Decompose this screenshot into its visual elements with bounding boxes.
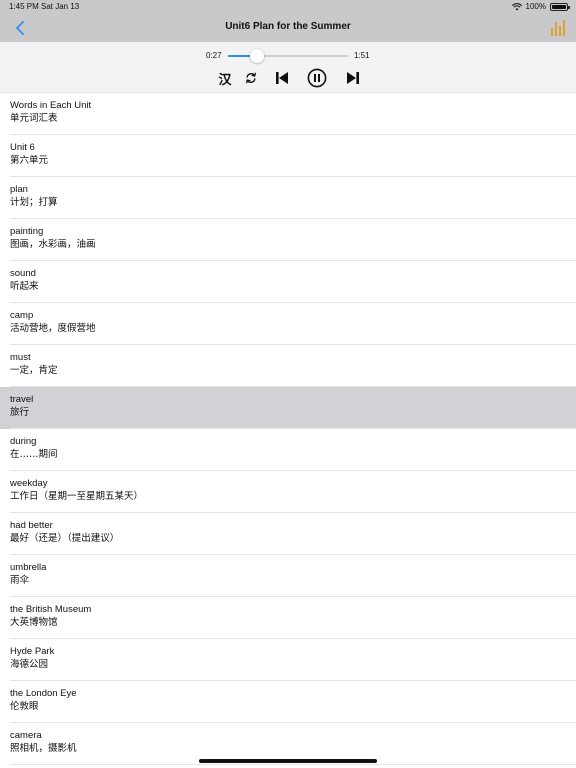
pause-icon [307,68,327,88]
word-row[interactable]: weekday 工作日（星期一至星期五某天） [0,471,576,513]
word-row[interactable]: had better 最好（还是）（提出建议） [0,513,576,555]
status-date: Sat Jan 13 [41,2,80,11]
repeat-button[interactable] [243,68,259,88]
word-list: Words in Each Unit 单元词汇表 Unit 6 第六单元 pla… [0,93,576,768]
progress-thumb[interactable] [250,49,265,63]
word-chinese: 工作日（星期一至星期五某天） [10,491,144,502]
word-chinese: 海德公园 [10,659,49,670]
word-row[interactable]: umbrella 雨伞 [0,555,576,597]
word-english: camp [10,310,34,321]
word-row[interactable]: Hyde Park 海德公园 [0,639,576,681]
current-time: 0:27 [206,51,222,60]
word-chinese: 伦敦眼 [10,701,39,712]
word-row[interactable]: the London Eye 伦敦眼 [0,681,576,723]
word-chinese: 第六单元 [10,155,49,166]
levels-button[interactable] [550,19,566,37]
home-indicator[interactable] [199,759,377,763]
word-row[interactable]: sound 听起来 [0,261,576,303]
skip-next-icon [347,72,359,84]
word-english: the London Eye [10,688,77,699]
audio-player: 0:27 1:51 汉 [0,42,576,93]
skip-previous-icon [276,72,288,84]
word-chinese: 旅行 [10,407,30,418]
word-row[interactable]: camp 活动营地，度假营地 [0,303,576,345]
pause-button[interactable] [306,68,328,88]
word-english: must [10,352,31,363]
word-english: during [10,436,37,447]
word-english: plan [10,184,28,195]
word-row[interactable]: Unit 6 第六单元 [0,135,576,177]
chinese-toggle-button[interactable]: 汉 [216,68,234,88]
word-chinese: 大英博物馆 [10,617,58,628]
word-english: had better [10,520,53,531]
battery-icon [550,2,570,11]
word-chinese: 在……期间 [10,449,58,460]
word-row[interactable]: must 一定，肯定 [0,345,576,387]
word-chinese: 一定，肯定 [10,365,58,376]
word-english: umbrella [10,562,47,573]
previous-button[interactable] [274,68,290,88]
word-row[interactable]: plan 计划；打算 [0,177,576,219]
player-controls: 汉 [0,68,576,88]
word-english: sound [10,268,36,279]
word-row[interactable]: Words in Each Unit 单元词汇表 [0,93,576,135]
word-english: the British Museum [10,604,92,615]
word-english: travel [10,394,34,405]
word-row-selected[interactable]: travel 旅行 [0,387,576,429]
word-chinese: 最好（还是）（提出建议） [10,533,120,544]
battery-percent: 100% [525,2,546,11]
word-english: Unit 6 [10,142,35,153]
nav-bar: Unit6 Plan for the Summer [0,14,576,42]
word-english: weekday [10,478,48,489]
word-chinese: 单元词汇表 [10,113,58,124]
status-time: 1:45 PM [9,2,39,11]
word-row[interactable]: the British Museum 大英博物馆 [0,597,576,639]
word-chinese: 雨伞 [10,575,30,586]
word-english: camera [10,730,42,741]
word-chinese: 图画，水彩画，油画 [10,239,96,250]
word-chinese: 照相机，摄影机 [10,743,77,754]
levels-icon [551,20,565,36]
word-english: Hyde Park [10,646,55,657]
status-bar: 1:45 PM Sat Jan 13 100% [0,0,576,14]
progress-slider[interactable] [228,49,348,63]
word-row[interactable]: during 在……期间 [0,429,576,471]
word-chinese: 计划；打算 [10,197,58,208]
wifi-icon [511,2,522,11]
top-bar: 1:45 PM Sat Jan 13 100% Unit6 Plan for t… [0,0,576,42]
page-title: Unit6 Plan for the Summer [225,21,351,32]
status-right: 100% [511,2,570,11]
screen: 1:45 PM Sat Jan 13 100% Unit6 Plan for t… [0,0,576,768]
word-chinese: 活动营地，度假营地 [10,323,96,334]
repeat-icon [246,72,256,84]
word-english: Words in Each Unit [10,100,92,111]
word-english: painting [10,226,44,237]
next-button[interactable] [345,68,361,88]
word-row[interactable]: painting 图画，水彩画，油画 [0,219,576,261]
word-chinese: 听起来 [10,281,39,292]
total-time: 1:51 [354,51,370,60]
